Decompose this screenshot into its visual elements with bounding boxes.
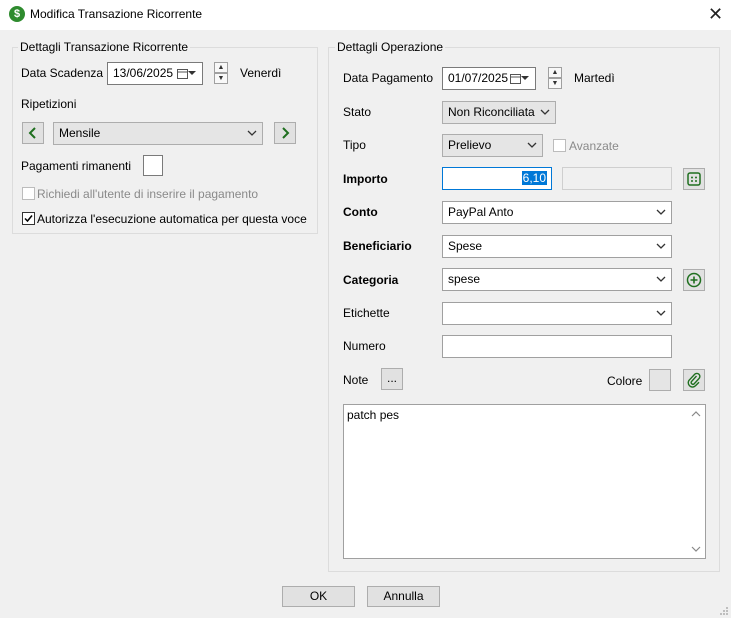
chevron-down-icon — [540, 109, 550, 115]
color-label: Colore — [607, 374, 643, 388]
checkmark-icon — [24, 215, 33, 223]
category-label: Categoria — [343, 273, 399, 287]
pay-day-label: Martedì — [574, 71, 615, 85]
chevron-down-icon — [247, 130, 257, 136]
spin-down-icon[interactable]: ▼ — [214, 73, 228, 84]
advanced-checkbox[interactable] — [553, 139, 566, 152]
tags-label: Etichette — [343, 306, 390, 320]
paperclip-icon — [687, 372, 701, 388]
pay-date-picker[interactable]: 01/07/2025 — [442, 67, 536, 90]
chevron-down-icon — [656, 276, 666, 282]
chevron-down-icon — [188, 71, 196, 75]
chevron-down-icon — [656, 243, 666, 249]
notes-text: patch pes — [347, 408, 400, 422]
tags-select[interactable] — [442, 302, 672, 325]
due-date-picker[interactable]: 13/06/2025 — [107, 62, 203, 85]
advanced-label: Avanzate — [569, 139, 619, 153]
payee-label: Beneficiario — [343, 239, 412, 253]
status-select[interactable]: Non Riconciliata — [442, 101, 556, 124]
chevron-down-icon — [656, 310, 666, 316]
category-value: spese — [448, 272, 481, 286]
account-value: PayPal Anto — [448, 205, 514, 219]
amount-label: Importo — [343, 172, 388, 186]
repeat-prev-button[interactable] — [22, 122, 44, 144]
repeat-label: Ripetizioni — [21, 97, 77, 111]
remaining-payments-label: Pagamenti rimanenti — [21, 159, 132, 173]
color-picker-button[interactable] — [649, 369, 671, 391]
account-label: Conto — [343, 205, 378, 219]
repeat-select[interactable]: Mensile — [53, 122, 263, 145]
auto-exec-checkbox[interactable] — [22, 212, 35, 225]
amount-secondary-field — [562, 167, 672, 190]
add-category-button[interactable] — [683, 269, 705, 291]
scroll-up-icon[interactable] — [691, 409, 701, 419]
due-day-label: Venerdì — [240, 66, 282, 80]
number-input[interactable] — [442, 335, 672, 358]
auto-exec-label: Autorizza l'esecuzione automatica per qu… — [37, 212, 307, 226]
title-bar: $ Modifica Transazione Ricorrente ✕ — [0, 0, 731, 30]
recurring-details-legend: Dettagli Transazione Ricorrente — [18, 40, 191, 54]
notes-more-button[interactable]: ... — [381, 368, 403, 390]
spin-up-icon[interactable]: ▲ — [214, 62, 228, 73]
calculator-button[interactable] — [683, 168, 705, 190]
chevron-down-icon — [656, 209, 666, 215]
window-title: Modifica Transazione Ricorrente — [30, 7, 203, 21]
number-label: Numero — [343, 339, 386, 353]
plus-circle-icon — [686, 272, 702, 288]
chevron-down-icon — [521, 76, 529, 80]
dollar-app-icon: $ — [9, 6, 25, 22]
calculator-icon — [687, 172, 701, 186]
category-select[interactable]: spese — [442, 268, 672, 291]
ask-user-label: Richiedi all'utente di inserire il pagam… — [37, 187, 259, 201]
type-label: Tipo — [343, 138, 366, 152]
notes-textarea[interactable]: patch pes — [343, 404, 706, 559]
pay-date-label: Data Pagamento — [343, 71, 434, 85]
resize-grip-icon[interactable] — [719, 606, 729, 616]
type-select[interactable]: Prelievo — [442, 134, 543, 157]
chevron-left-icon — [28, 127, 36, 139]
amount-input[interactable]: 6,10 — [442, 167, 552, 190]
operation-details-legend: Dettagli Operazione — [335, 40, 446, 54]
dialog-window: $ Modifica Transazione Ricorrente ✕ Dett… — [0, 0, 731, 618]
status-value: Non Riconciliata — [448, 105, 535, 119]
pay-date-spinner[interactable]: ▲ ▼ — [548, 67, 562, 90]
close-icon[interactable]: ✕ — [700, 0, 731, 28]
ok-button[interactable]: OK — [282, 586, 355, 607]
due-date-value: 13/06/2025 — [113, 66, 174, 80]
payee-value: Spese — [448, 239, 483, 253]
spin-up-icon[interactable]: ▲ — [548, 67, 562, 78]
pay-date-value: 01/07/2025 — [448, 71, 509, 85]
type-value: Prelievo — [448, 138, 492, 152]
remaining-payments-input[interactable] — [143, 155, 163, 176]
payee-select[interactable]: Spese — [442, 235, 672, 258]
scroll-down-icon[interactable] — [691, 544, 701, 554]
attachment-button[interactable] — [683, 369, 705, 391]
status-label: Stato — [343, 105, 372, 119]
ask-user-checkbox[interactable] — [22, 187, 35, 200]
repeat-value: Mensile — [59, 126, 101, 140]
chevron-down-icon — [527, 142, 537, 148]
notes-label: Note — [343, 373, 369, 387]
amount-value: 6,10 — [521, 171, 547, 185]
spin-down-icon[interactable]: ▼ — [548, 78, 562, 89]
account-select[interactable]: PayPal Anto — [442, 201, 672, 224]
due-date-label: Data Scadenza — [21, 66, 104, 80]
cancel-button[interactable]: Annulla — [367, 586, 440, 607]
due-date-spinner[interactable]: ▲ ▼ — [214, 62, 228, 85]
repeat-next-button[interactable] — [274, 122, 296, 144]
chevron-right-icon — [282, 127, 290, 139]
